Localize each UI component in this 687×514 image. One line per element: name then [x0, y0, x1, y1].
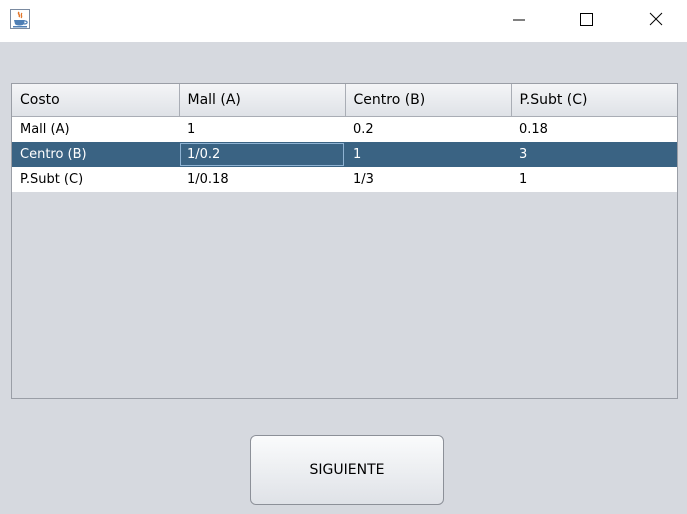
table-cell[interactable]: Mall (A) — [12, 116, 179, 142]
table-cell[interactable]: 1/3 — [345, 166, 511, 192]
table-cell[interactable]: P.Subt (C) — [12, 166, 179, 192]
maximize-icon — [580, 13, 593, 26]
column-header-mall[interactable]: Mall (A) — [179, 84, 346, 117]
siguiente-button[interactable]: SIGUIENTE — [250, 435, 444, 505]
table-scroll-pane[interactable]: Costo Mall (A) Centro (B) P.Subt (C) Mal… — [11, 83, 678, 399]
column-header-centro[interactable]: Centro (B) — [345, 84, 512, 117]
java-cup-icon — [10, 9, 30, 29]
table-cell[interactable]: 3 — [511, 141, 677, 167]
title-bar — [0, 0, 687, 42]
table-cell[interactable]: 0.18 — [511, 116, 677, 142]
table-cell[interactable]: 0.2 — [345, 116, 511, 142]
table-cell[interactable]: 1/0.18 — [179, 166, 345, 192]
column-header-psubt[interactable]: P.Subt (C) — [511, 84, 677, 117]
siguiente-button-label: SIGUIENTE — [309, 462, 385, 478]
table-header-row: Costo Mall (A) Centro (B) P.Subt (C) — [12, 84, 677, 117]
close-icon — [649, 12, 663, 26]
table-cell[interactable]: 1 — [345, 141, 511, 167]
table-cell[interactable]: 1 — [179, 116, 345, 142]
table-row[interactable]: P.Subt (C) 1/0.18 1/3 1 — [12, 166, 677, 192]
close-button[interactable] — [633, 0, 679, 38]
table-cell[interactable]: 1 — [511, 166, 677, 192]
column-header-costo[interactable]: Costo — [12, 84, 180, 117]
cost-table: Costo Mall (A) Centro (B) P.Subt (C) Mal… — [12, 84, 677, 192]
table-row[interactable]: Mall (A) 1 0.2 0.18 — [12, 116, 677, 142]
minimize-button[interactable] — [496, 0, 542, 38]
maximize-button[interactable] — [563, 0, 609, 38]
table-cell-focused[interactable]: 1/0.2 — [179, 141, 345, 167]
table-row-selected[interactable]: Centro (B) 1/0.2 1 3 — [12, 141, 677, 167]
minimize-icon — [513, 19, 525, 21]
table-cell[interactable]: Centro (B) — [12, 141, 179, 167]
